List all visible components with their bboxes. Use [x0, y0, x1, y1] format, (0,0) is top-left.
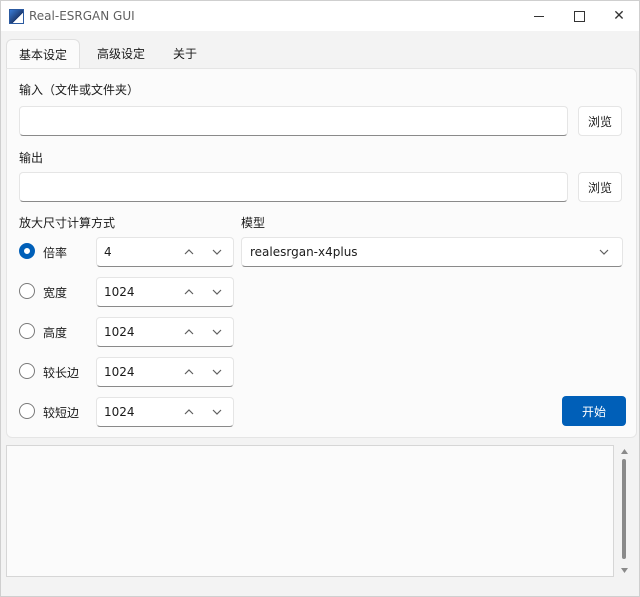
ratio-spinbox[interactable]: 4 — [96, 237, 234, 267]
scale-option-width: 宽度 1024 — [19, 277, 239, 307]
model-selected-value[interactable]: realesrgan-x4plus — [250, 245, 358, 259]
scale-option-ratio: 倍率 4 — [19, 237, 239, 267]
chevron-down-icon[interactable] — [206, 321, 228, 343]
status-bar — [1, 584, 639, 596]
longer-side-radio[interactable] — [19, 363, 35, 379]
model-dropdown[interactable]: realesrgan-x4plus — [241, 237, 623, 267]
tab-about[interactable]: 关于 — [161, 39, 209, 69]
model-label: 模型 — [241, 216, 266, 230]
scale-option-height: 高度 1024 — [19, 317, 239, 347]
width-spinbox[interactable]: 1024 — [96, 277, 234, 307]
chevron-down-icon[interactable] — [206, 401, 228, 423]
shorter-side-radio-label[interactable]: 较短边 — [43, 404, 79, 421]
title-bar[interactable]: Real-ESRGAN GUI ✕ — [1, 1, 639, 31]
input-label: 输入（文件或文件夹） — [19, 83, 140, 97]
input-path-field[interactable] — [19, 106, 568, 136]
width-value[interactable]: 1024 — [104, 285, 135, 299]
longer-side-spinbox[interactable]: 1024 — [96, 357, 234, 387]
input-browse-button[interactable]: 浏览 — [578, 106, 622, 136]
scroll-down-icon[interactable] — [620, 566, 629, 575]
maximize-button[interactable] — [559, 1, 599, 31]
tab-advanced-settings[interactable]: 高级设定 — [85, 39, 157, 69]
app-icon — [9, 9, 24, 24]
chevron-up-icon[interactable] — [178, 321, 200, 343]
chevron-down-icon[interactable] — [206, 361, 228, 383]
scroll-thumb[interactable] — [622, 459, 626, 559]
close-button[interactable]: ✕ — [599, 1, 639, 31]
close-icon: ✕ — [613, 8, 625, 24]
height-radio[interactable] — [19, 323, 35, 339]
scroll-up-icon[interactable] — [620, 447, 629, 456]
output-label: 输出 — [19, 151, 44, 165]
tab-bar: 基本设定 高级设定 关于 — [1, 31, 639, 69]
width-radio-label[interactable]: 宽度 — [43, 284, 67, 301]
width-radio[interactable] — [19, 283, 35, 299]
chevron-up-icon[interactable] — [178, 401, 200, 423]
app-window: Real-ESRGAN GUI ✕ 基本设定 高级设定 关于 输入（文件或文件夹… — [0, 0, 640, 597]
height-spinbox[interactable]: 1024 — [96, 317, 234, 347]
output-path-field[interactable] — [19, 172, 568, 202]
basic-settings-panel: 输入（文件或文件夹） 浏览 输出 浏览 放大尺寸计算方式 倍率 4 宽度 102… — [6, 68, 637, 438]
shorter-side-spinbox[interactable]: 1024 — [96, 397, 234, 427]
output-browse-button[interactable]: 浏览 — [578, 172, 622, 202]
scale-option-shorter-side: 较短边 1024 — [19, 397, 239, 427]
minimize-button[interactable] — [519, 1, 559, 31]
chevron-up-icon[interactable] — [178, 241, 200, 263]
window-title: Real-ESRGAN GUI — [29, 9, 135, 23]
chevron-down-icon[interactable] — [206, 241, 228, 263]
log-output-area[interactable] — [6, 445, 614, 577]
chevron-down-icon[interactable] — [206, 281, 228, 303]
start-button[interactable]: 开始 — [562, 396, 626, 426]
scale-option-longer-side: 较长边 1024 — [19, 357, 239, 387]
log-scrollbar[interactable] — [618, 445, 631, 577]
ratio-value[interactable]: 4 — [104, 245, 112, 259]
ratio-radio-label[interactable]: 倍率 — [43, 244, 67, 261]
shorter-side-value[interactable]: 1024 — [104, 405, 135, 419]
scale-mode-label: 放大尺寸计算方式 — [19, 216, 116, 230]
minimize-icon — [534, 15, 544, 17]
maximize-icon — [573, 10, 585, 22]
chevron-up-icon[interactable] — [178, 361, 200, 383]
chevron-up-icon[interactable] — [178, 281, 200, 303]
height-value[interactable]: 1024 — [104, 325, 135, 339]
shorter-side-radio[interactable] — [19, 403, 35, 419]
longer-side-value[interactable]: 1024 — [104, 365, 135, 379]
chevron-down-icon[interactable] — [594, 242, 614, 262]
ratio-radio[interactable] — [19, 243, 35, 259]
longer-side-radio-label[interactable]: 较长边 — [43, 364, 79, 381]
height-radio-label[interactable]: 高度 — [43, 324, 67, 341]
tab-basic-settings[interactable]: 基本设定 — [6, 39, 81, 69]
